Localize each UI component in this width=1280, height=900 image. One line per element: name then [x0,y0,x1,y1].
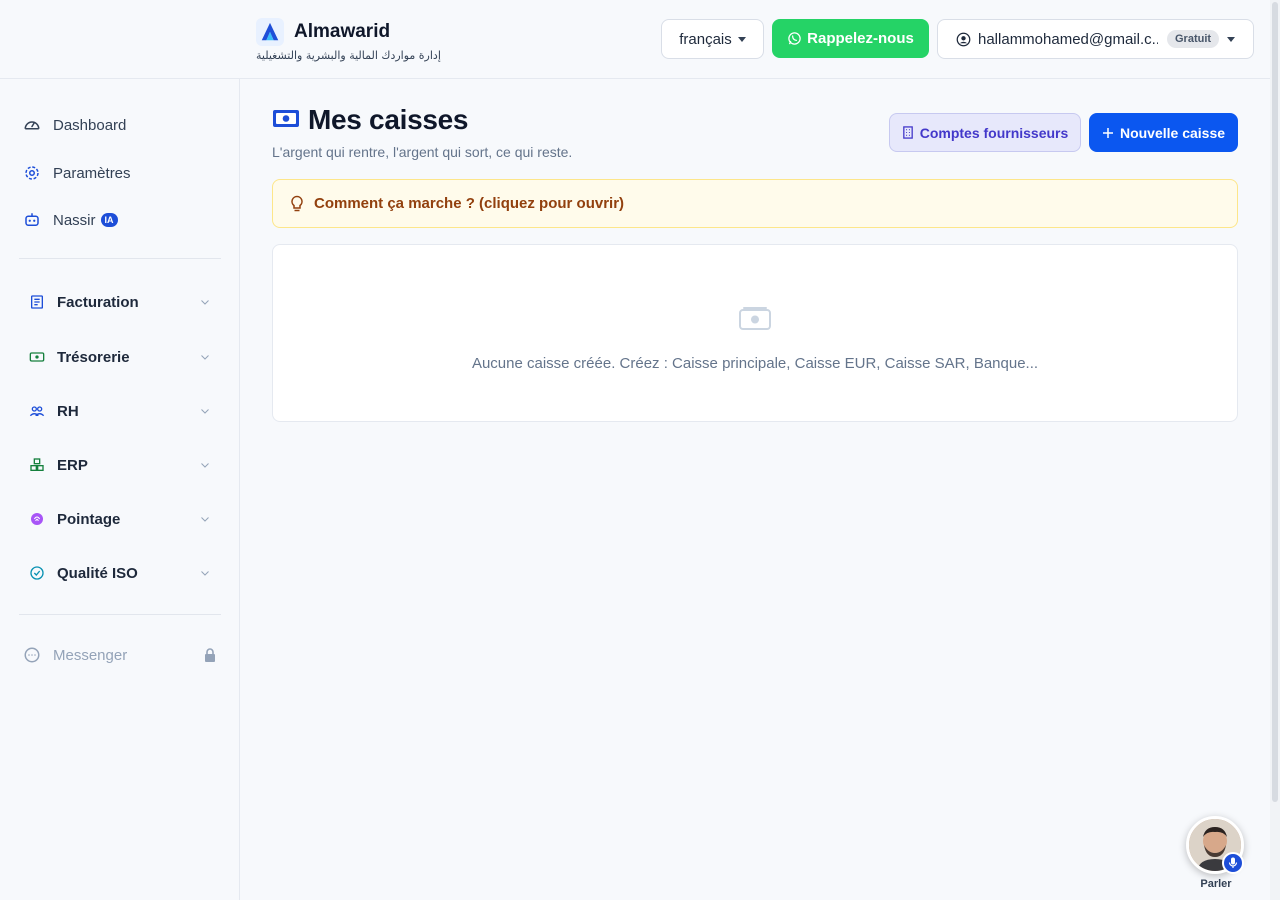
language-select[interactable]: français [661,19,764,59]
sidebar-group-rh[interactable]: RH [28,399,212,423]
ia-badge: IA [100,213,118,227]
group-label: ERP [57,456,88,474]
users-icon [28,402,46,420]
sidebar-divider [19,614,221,615]
group-label: RH [57,402,79,420]
invoice-icon [28,293,46,311]
sidebar-item-messenger[interactable]: Messenger [22,643,127,667]
cash-icon [28,348,46,366]
chevron-down-icon [198,566,212,580]
page-scrollbar[interactable] [1270,0,1280,900]
building-icon [902,126,913,139]
brand-name: Almawarid [294,21,391,42]
group-label: Trésorerie [57,348,130,366]
group-label: Qualité ISO [57,564,138,582]
plus-icon [1102,127,1113,138]
almawarid-logo-icon [256,18,284,46]
caret-down-icon [1227,37,1235,42]
sidebar-group-facturation[interactable]: Facturation [28,290,212,314]
user-menu[interactable]: hallammohamed@gmail.c... Gratuit [937,19,1254,59]
cash-icon [739,305,771,336]
chat-bubble-icon [22,645,42,665]
voice-assistant[interactable]: Parler [1186,816,1246,890]
lightbulb-icon [291,195,303,211]
page-header: Mes caisses [272,104,468,136]
sidebar: Dashboard Paramètres Nassir IA Facturati… [0,79,240,900]
sidebar-group-tresorerie[interactable]: Trésorerie [28,345,212,369]
sidebar-divider [19,258,221,259]
callback-label: Rappelez-nous [807,30,914,47]
sidebar-item-label: Messenger [53,646,128,664]
how-it-works-panel[interactable]: Comment ça marche ? (cliquez pour ouvrir… [272,179,1238,228]
user-circle-icon [956,32,971,46]
user-email: hallammohamed@gmail.c... [978,30,1158,48]
check-circle-icon [28,564,46,582]
group-label: Facturation [57,293,139,311]
empty-message: Aucune caisse créée. Créez : Caisse prin… [471,355,1039,372]
sidebar-group-pointage[interactable]: Pointage [28,507,212,531]
cubes-icon [28,456,46,474]
gear-icon [22,163,42,183]
cash-icon [272,106,300,135]
supplier-accounts-button[interactable]: Comptes fournisseurs [889,113,1081,152]
supplier-accounts-label: Comptes fournisseurs [919,124,1069,141]
new-cashbox-label: Nouvelle caisse [1119,124,1226,141]
chevron-down-icon [198,350,212,364]
lock-icon [204,648,216,662]
microphone-icon[interactable] [1222,852,1244,874]
gauge-icon [22,115,42,135]
sidebar-item-label: Paramètres [53,164,131,182]
new-cashbox-button[interactable]: Nouvelle caisse [1089,113,1238,152]
language-label: français [679,30,732,48]
chevron-down-icon [198,458,212,472]
brand-tagline: إدارة مواردك المالية والبشرية والتشغيلية [256,49,441,62]
callback-button[interactable]: Rappelez-nous [772,19,929,58]
scrollbar-thumb[interactable] [1272,2,1278,802]
plan-badge: Gratuit [1167,30,1220,48]
cashbox-empty-state: Aucune caisse créée. Créez : Caisse prin… [272,244,1238,422]
top-header: Almawarid إدارة مواردك المالية والبشرية … [0,0,1270,79]
sidebar-item-label: Dashboard [53,116,127,134]
sidebar-group-qualite-iso[interactable]: Qualité ISO [28,561,212,585]
chevron-down-icon [198,512,212,526]
page-subtitle: L'argent qui rentre, l'argent qui sort, … [272,144,573,160]
robot-icon [22,210,42,230]
sidebar-item-dashboard[interactable]: Dashboard [22,113,126,137]
fingerprint-icon [28,510,46,528]
how-it-works-label: Comment ça marche ? (cliquez pour ouvrir… [314,195,625,212]
whatsapp-icon [788,32,801,45]
chevron-down-icon [198,404,212,418]
sidebar-item-nassir[interactable]: Nassir IA [22,208,118,232]
group-label: Pointage [57,510,121,528]
brand[interactable]: Almawarid إدارة مواردك المالية والبشرية … [256,18,441,62]
sidebar-item-parametres[interactable]: Paramètres [22,161,131,185]
sidebar-group-erp[interactable]: ERP [28,453,212,477]
caret-down-icon [737,36,746,42]
sidebar-item-label: Nassir [53,211,96,229]
chevron-down-icon [198,295,212,309]
page-title: Mes caisses [308,104,469,135]
voice-label: Parler [1200,878,1232,890]
